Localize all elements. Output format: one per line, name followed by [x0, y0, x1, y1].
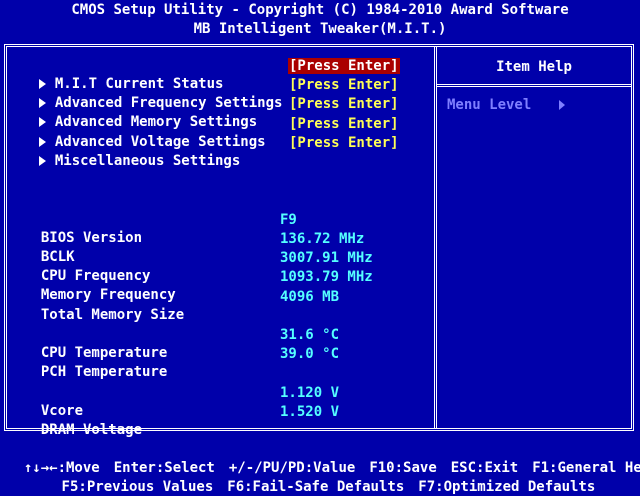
menu-item-advanced-memory-settings[interactable]: Advanced Memory Settings [Press Enter] — [22, 95, 399, 130]
menu-item-value[interactable]: [Press Enter] — [288, 76, 400, 94]
footer-keys-line2: F5:Previous Values F6:Fail-Safe Defaults F… — [0, 460, 640, 496]
menu-item-value[interactable]: [Press Enter] — [288, 57, 400, 75]
info-row-bclk: BCLK 136.72 MHz — [24, 230, 364, 265]
menu-item-label: Miscellaneous Settings — [54, 153, 241, 169]
info-label: DRAM Voltage — [40, 422, 143, 438]
info-value: 3007.91 MHz — [280, 250, 373, 266]
info-value: 31.6 °C — [280, 327, 340, 343]
info-value: 1.520 V — [280, 404, 340, 420]
menu-level-arrow-icon — [559, 100, 566, 110]
menu-item-mit-current-status[interactable]: M.I.T Current Status [Press Enter] — [22, 57, 400, 92]
key-hint-fail-safe-defaults: F6:Fail-Safe Defaults — [227, 479, 405, 495]
key-hint-previous-values: F5:Previous Values — [61, 479, 214, 495]
help-header-divider-top — [436, 84, 632, 85]
info-value: 39.0 °C — [280, 346, 340, 362]
info-value: F9 — [280, 212, 297, 228]
key-hint-optimized-defaults: F7:Optimized Defaults — [418, 479, 596, 495]
info-value: 136.72 MHz — [280, 231, 365, 247]
panel-divider-left — [434, 46, 435, 429]
menu-level-indicator: Menu Level — [447, 96, 566, 114]
info-row-total-memory-size: Total Memory Size 4096 MB — [24, 288, 339, 323]
menu-item-miscellaneous-settings[interactable]: Miscellaneous Settings [Press Enter] — [22, 134, 399, 169]
item-help-title: Item Help — [496, 59, 572, 75]
info-label: PCH Temperature — [40, 364, 168, 380]
panel-divider-right — [436, 46, 437, 429]
menu-item-advanced-voltage-settings[interactable]: Advanced Voltage Settings [Press Enter] — [22, 115, 399, 150]
info-row-cpu-temperature: CPU Temperature 31.6 °C — [24, 326, 339, 361]
submenu-arrow-icon — [38, 156, 46, 166]
help-header-divider-bottom — [436, 86, 632, 87]
header-subtitle: MB Intelligent Tweaker(M.I.T.) — [193, 21, 447, 37]
info-row-dram-voltage: DRAM Voltage 1.520 V — [24, 403, 339, 438]
header-title: CMOS Setup Utility - Copyright (C) 1984-… — [71, 2, 569, 18]
menu-level-label: Menu Level — [447, 97, 532, 113]
menu-item-advanced-frequency-settings[interactable]: Advanced Frequency Settings [Press Enter… — [22, 76, 399, 111]
info-value: 4096 MB — [280, 289, 340, 305]
info-row-bios-version: BIOS Version F9 — [24, 211, 297, 246]
menu-item-value[interactable]: [Press Enter] — [288, 115, 400, 133]
info-row-vcore: Vcore 1.120 V — [24, 384, 339, 419]
info-row-pch-temperature: PCH Temperature 39.0 °C — [24, 345, 339, 380]
menu-item-value[interactable]: [Press Enter] — [288, 95, 400, 113]
info-row-memory-frequency: Memory Frequency 1093.79 MHz — [24, 268, 373, 303]
info-row-cpu-frequency: CPU Frequency 3007.91 MHz — [24, 249, 373, 284]
info-value: 1.120 V — [280, 385, 340, 401]
menu-item-value[interactable]: [Press Enter] — [288, 134, 400, 152]
info-label: Total Memory Size — [40, 307, 185, 323]
info-value: 1093.79 MHz — [280, 269, 373, 285]
